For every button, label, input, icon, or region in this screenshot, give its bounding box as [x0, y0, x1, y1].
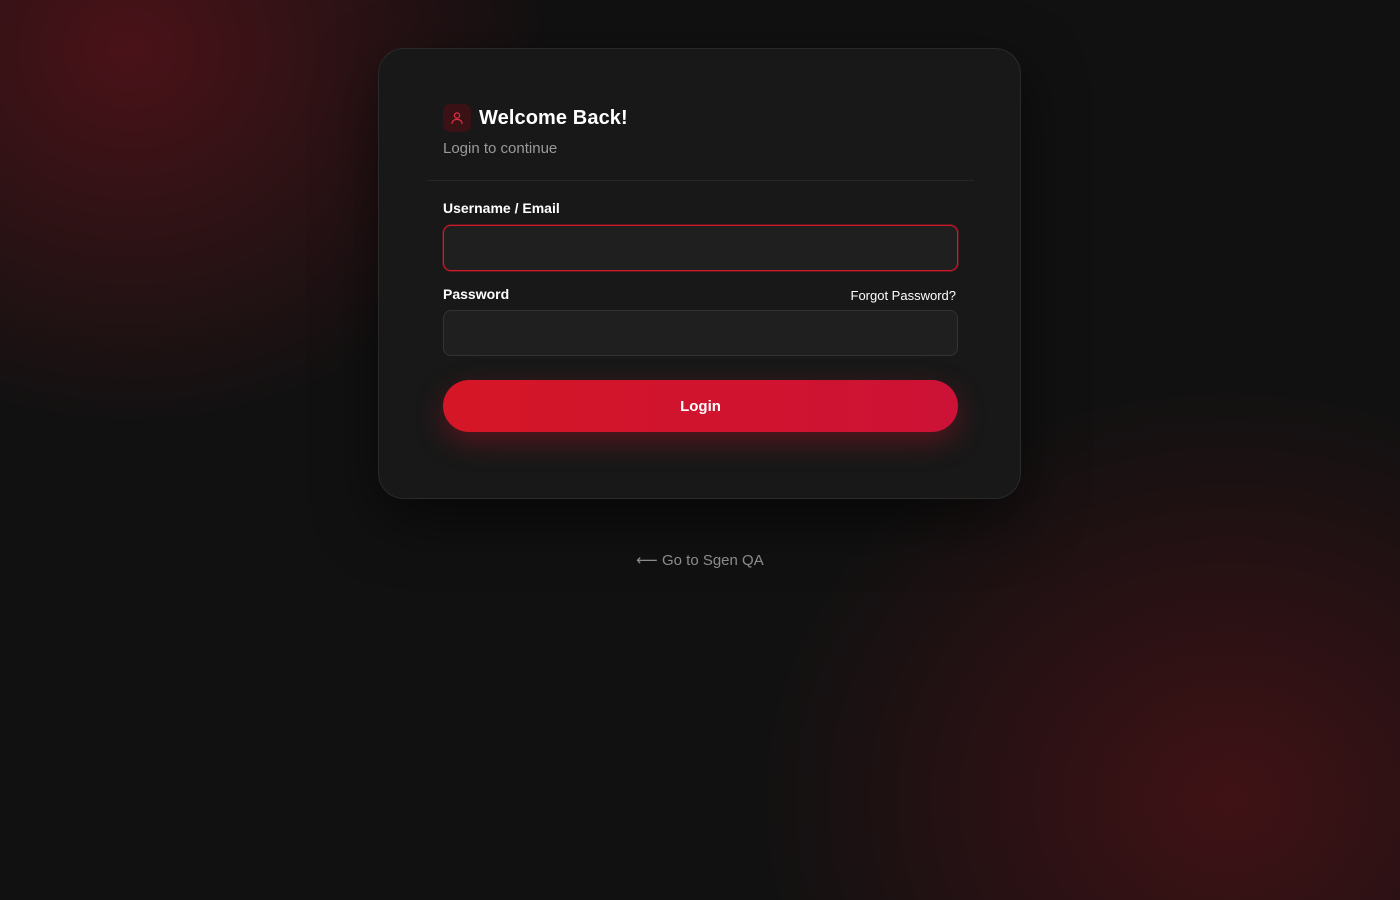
- forgot-password-link[interactable]: Forgot Password?: [851, 288, 957, 303]
- back-link[interactable]: ⟵ Go to Sgen QA: [0, 551, 1400, 569]
- password-label: Password: [443, 286, 510, 302]
- user-icon: [443, 104, 471, 132]
- arrow-left-icon: ⟵: [636, 552, 658, 569]
- page-title: Welcome Back!: [479, 106, 628, 129]
- page-subtitle: Login to continue: [443, 140, 558, 157]
- title-row: Welcome Back!: [443, 104, 958, 132]
- login-card: Welcome Back! Login to continue Username…: [378, 48, 1021, 499]
- back-link-label: Go to Sgen QA: [661, 552, 764, 569]
- login-button[interactable]: Login: [443, 380, 958, 432]
- username-label: Username / Email: [443, 200, 560, 216]
- header-divider: [427, 180, 974, 181]
- login-header: Welcome Back! Login to continue: [443, 104, 958, 157]
- username-input[interactable]: [443, 225, 958, 271]
- password-input[interactable]: [443, 310, 958, 356]
